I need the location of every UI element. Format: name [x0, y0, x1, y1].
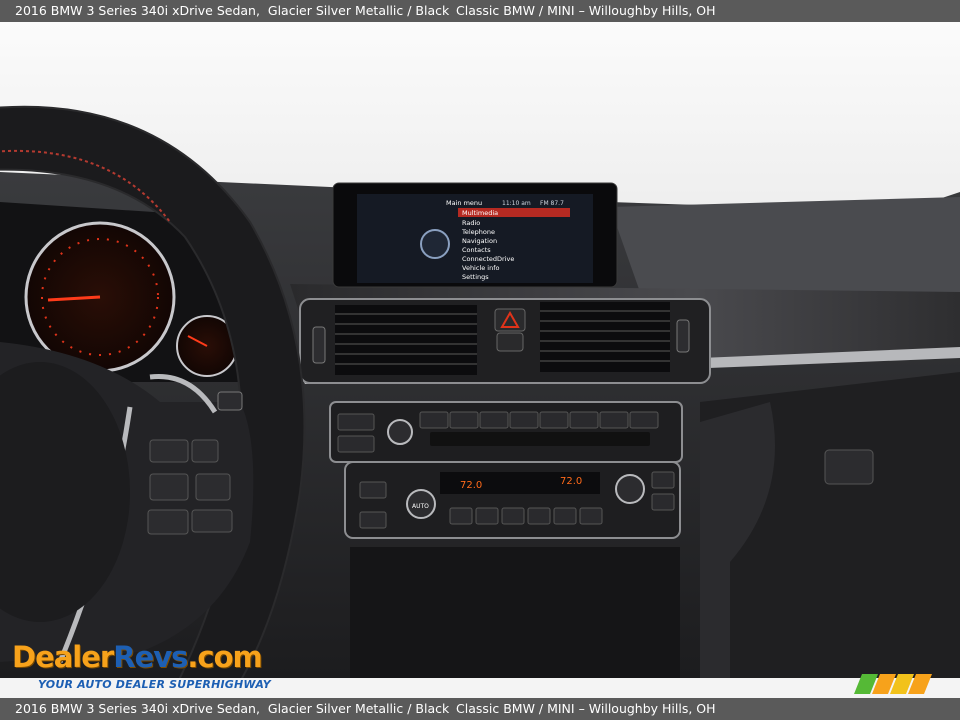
idrive-menu-item[interactable]: Navigation — [462, 237, 497, 245]
caption-bar-bottom: 2016 BMW 3 Series 340i xDrive Sedan, Gla… — [0, 698, 960, 720]
idrive-menu-item[interactable]: ConnectedDrive — [462, 255, 514, 263]
left-air-vent[interactable] — [335, 305, 477, 375]
caption-dealer-bottom: Classic BMW / MINI – Willoughby Hills, O… — [456, 701, 716, 716]
logo-wordmark: DealerRevs.com — [12, 640, 263, 674]
caption-vehicle-bottom: 2016 BMW 3 Series 340i xDrive Sedan, Gla… — [15, 701, 450, 716]
right-temp-readout: 72.0 — [560, 476, 582, 487]
fm-am-button[interactable] — [337, 435, 375, 453]
dealerrevs-logo: DealerRevs.com YOUR AUTO DEALER SUPERHIG… — [12, 622, 272, 692]
wheel-voice-button[interactable] — [217, 391, 243, 411]
idrive-menu-item[interactable]: Vehicle info — [462, 264, 500, 272]
dashboard-photo: Main menu 11:10 am FM 87.7 Multimedia Ra… — [0, 22, 960, 698]
left-vent-wheel[interactable] — [312, 326, 326, 364]
right-vent-wheel[interactable] — [676, 319, 690, 353]
cd-slot — [430, 432, 650, 446]
right-temp-knob[interactable] — [615, 474, 645, 504]
logo-tagline: YOUR AUTO DEALER SUPERHIGHWAY — [38, 678, 271, 691]
idrive-menu-item[interactable]: Contacts — [462, 246, 491, 254]
idrive-radio: FM 87.7 — [540, 200, 564, 207]
lock-button[interactable] — [496, 332, 524, 352]
idrive-menu-item[interactable]: Radio — [462, 219, 480, 227]
idrive-menu-icon — [420, 229, 450, 259]
idrive-menu-item[interactable]: Multimedia — [462, 209, 498, 217]
left-temp-readout: 72.0 — [460, 480, 482, 491]
right-air-vent[interactable] — [540, 302, 670, 372]
hazard-button[interactable] — [494, 308, 526, 332]
caption-bar-top: 2016 BMW 3 Series 340i xDrive Sedan, Gla… — [0, 0, 960, 22]
lower-console — [350, 547, 680, 687]
idrive-time: 11:10 am — [502, 200, 531, 207]
caption-vehicle-top: 2016 BMW 3 Series 340i xDrive Sedan, Gla… — [15, 3, 450, 18]
idrive-menu-item[interactable]: Settings — [462, 273, 489, 281]
caption-dealer-top: Classic BMW / MINI – Willoughby Hills, O… — [456, 3, 716, 18]
glovebox-handle — [824, 449, 874, 485]
idrive-menu-item[interactable]: Telephone — [461, 228, 495, 236]
volume-knob[interactable] — [387, 419, 413, 445]
idrive-header: Main menu — [446, 199, 482, 207]
fan-auto-label: AUTO — [412, 503, 429, 510]
mode-button[interactable] — [337, 413, 375, 431]
